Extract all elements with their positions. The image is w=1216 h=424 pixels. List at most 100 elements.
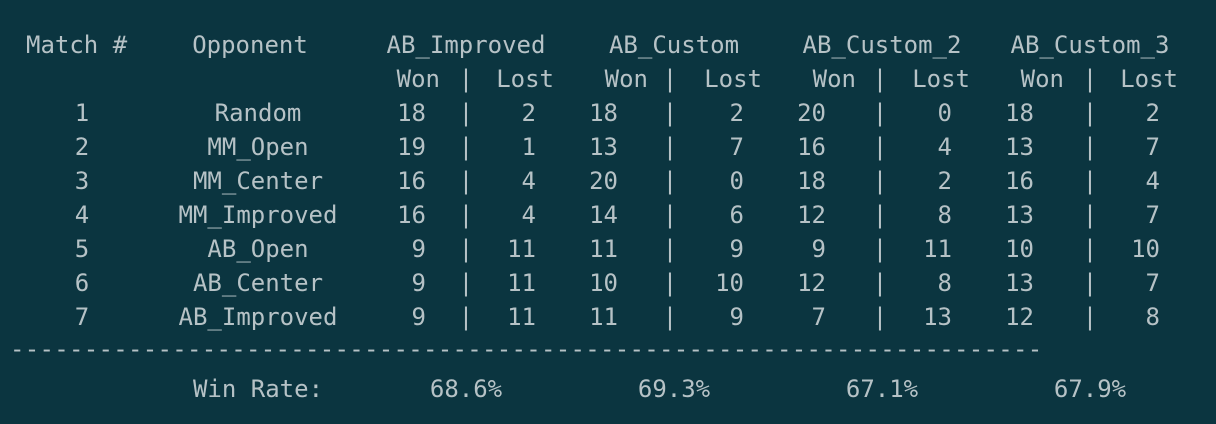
agent-header-3: AB_Custom_2 xyxy=(802,31,962,59)
lost-cell: 9 xyxy=(729,235,744,263)
column-divider: | xyxy=(872,167,888,195)
won-cell: 13 xyxy=(1005,201,1034,229)
won-cell: 9 xyxy=(411,235,426,263)
won-header-2: Won xyxy=(604,65,648,93)
column-divider: | xyxy=(662,303,678,331)
pipe-header-4: | xyxy=(1082,65,1098,93)
column-divider: | xyxy=(1082,235,1098,263)
lost-cell: 0 xyxy=(729,167,744,195)
lost-cell: 8 xyxy=(1145,303,1160,331)
lost-header-4: Lost xyxy=(1120,65,1178,93)
match-number-cell: 3 xyxy=(74,167,90,195)
lost-cell: 4 xyxy=(1145,167,1160,195)
column-divider: | xyxy=(458,269,474,297)
won-cell: 13 xyxy=(589,133,618,161)
lost-cell: 7 xyxy=(729,133,744,161)
opponent-cell: MM_Open xyxy=(207,133,309,161)
pipe-header-3: | xyxy=(872,65,888,93)
lost-cell: 11 xyxy=(507,235,536,263)
lost-cell: 10 xyxy=(1131,235,1160,263)
lost-cell: 11 xyxy=(507,269,536,297)
won-cell: 10 xyxy=(1005,235,1034,263)
agent-header-4: AB_Custom_3 xyxy=(1010,31,1170,59)
won-cell: 9 xyxy=(411,269,426,297)
won-cell: 18 xyxy=(797,167,826,195)
opponent-cell: AB_Improved xyxy=(178,303,338,331)
lost-cell: 7 xyxy=(1145,269,1160,297)
lost-cell: 1 xyxy=(521,133,536,161)
win-rate-value-1: 68.6% xyxy=(429,375,503,403)
column-divider: | xyxy=(662,269,678,297)
lost-cell: 11 xyxy=(507,303,536,331)
terminal-window: Match # Opponent AB_Improved AB_Custom AB_Cu… xyxy=(0,0,1216,424)
column-divider: | xyxy=(872,201,888,229)
lost-header-3: Lost xyxy=(912,65,970,93)
opponent-header: Opponent xyxy=(192,31,308,59)
column-divider: | xyxy=(662,133,678,161)
column-divider: | xyxy=(872,133,888,161)
won-cell: 12 xyxy=(797,201,826,229)
lost-cell: 11 xyxy=(923,235,952,263)
column-divider: | xyxy=(458,99,474,127)
win-rate-value-2: 69.3% xyxy=(637,375,711,403)
lost-cell: 8 xyxy=(937,201,952,229)
column-divider: | xyxy=(1082,133,1098,161)
won-cell: 19 xyxy=(397,133,426,161)
column-divider: | xyxy=(458,167,474,195)
match-number-header: Match # xyxy=(26,31,128,59)
match-number-cell: 5 xyxy=(74,235,90,263)
column-divider: | xyxy=(872,99,888,127)
match-number-cell: 7 xyxy=(74,303,90,331)
pipe-header-2: | xyxy=(662,65,678,93)
match-number-cell: 2 xyxy=(74,133,90,161)
lost-cell: 2 xyxy=(1145,99,1160,127)
match-number-cell: 6 xyxy=(74,269,90,297)
won-cell: 13 xyxy=(1005,133,1034,161)
won-cell: 12 xyxy=(797,269,826,297)
won-header-4: Won xyxy=(1020,65,1064,93)
agent-header-1: AB_Improved xyxy=(386,31,546,59)
agent-header-2: AB_Custom xyxy=(608,31,740,59)
lost-cell: 7 xyxy=(1145,201,1160,229)
lost-cell: 10 xyxy=(715,269,744,297)
won-cell: 11 xyxy=(589,235,618,263)
opponent-cell: Random xyxy=(214,99,302,127)
lost-cell: 4 xyxy=(521,167,536,195)
lost-cell: 2 xyxy=(729,99,744,127)
lost-cell: 6 xyxy=(729,201,744,229)
won-cell: 18 xyxy=(1005,99,1034,127)
separator-line: ----------------------------------------… xyxy=(10,335,1043,363)
column-divider: | xyxy=(872,235,888,263)
win-rate-value-3: 67.1% xyxy=(845,375,919,403)
column-divider: | xyxy=(458,303,474,331)
won-cell: 7 xyxy=(811,303,826,331)
lost-cell: 4 xyxy=(521,201,536,229)
column-divider: | xyxy=(662,201,678,229)
column-divider: | xyxy=(872,269,888,297)
opponent-cell: AB_Open xyxy=(207,235,309,263)
won-cell: 18 xyxy=(589,99,618,127)
column-divider: | xyxy=(1082,99,1098,127)
column-divider: | xyxy=(872,303,888,331)
won-cell: 16 xyxy=(1005,167,1034,195)
won-header-3: Won xyxy=(812,65,856,93)
won-cell: 13 xyxy=(1005,269,1034,297)
won-cell: 9 xyxy=(811,235,826,263)
column-divider: | xyxy=(1082,269,1098,297)
won-cell: 10 xyxy=(589,269,618,297)
won-cell: 9 xyxy=(411,303,426,331)
lost-cell: 7 xyxy=(1145,133,1160,161)
column-divider: | xyxy=(662,235,678,263)
won-cell: 16 xyxy=(397,201,426,229)
column-divider: | xyxy=(662,167,678,195)
won-cell: 16 xyxy=(397,167,426,195)
column-divider: | xyxy=(1082,201,1098,229)
opponent-cell: MM_Improved xyxy=(178,201,338,229)
win-rate-label: Win Rate: xyxy=(192,375,324,403)
opponent-cell: AB_Center xyxy=(192,269,324,297)
won-cell: 18 xyxy=(397,99,426,127)
win-rate-value-4: 67.9% xyxy=(1053,375,1127,403)
match-number-cell: 4 xyxy=(74,201,90,229)
lost-cell: 2 xyxy=(521,99,536,127)
lost-cell: 8 xyxy=(937,269,952,297)
